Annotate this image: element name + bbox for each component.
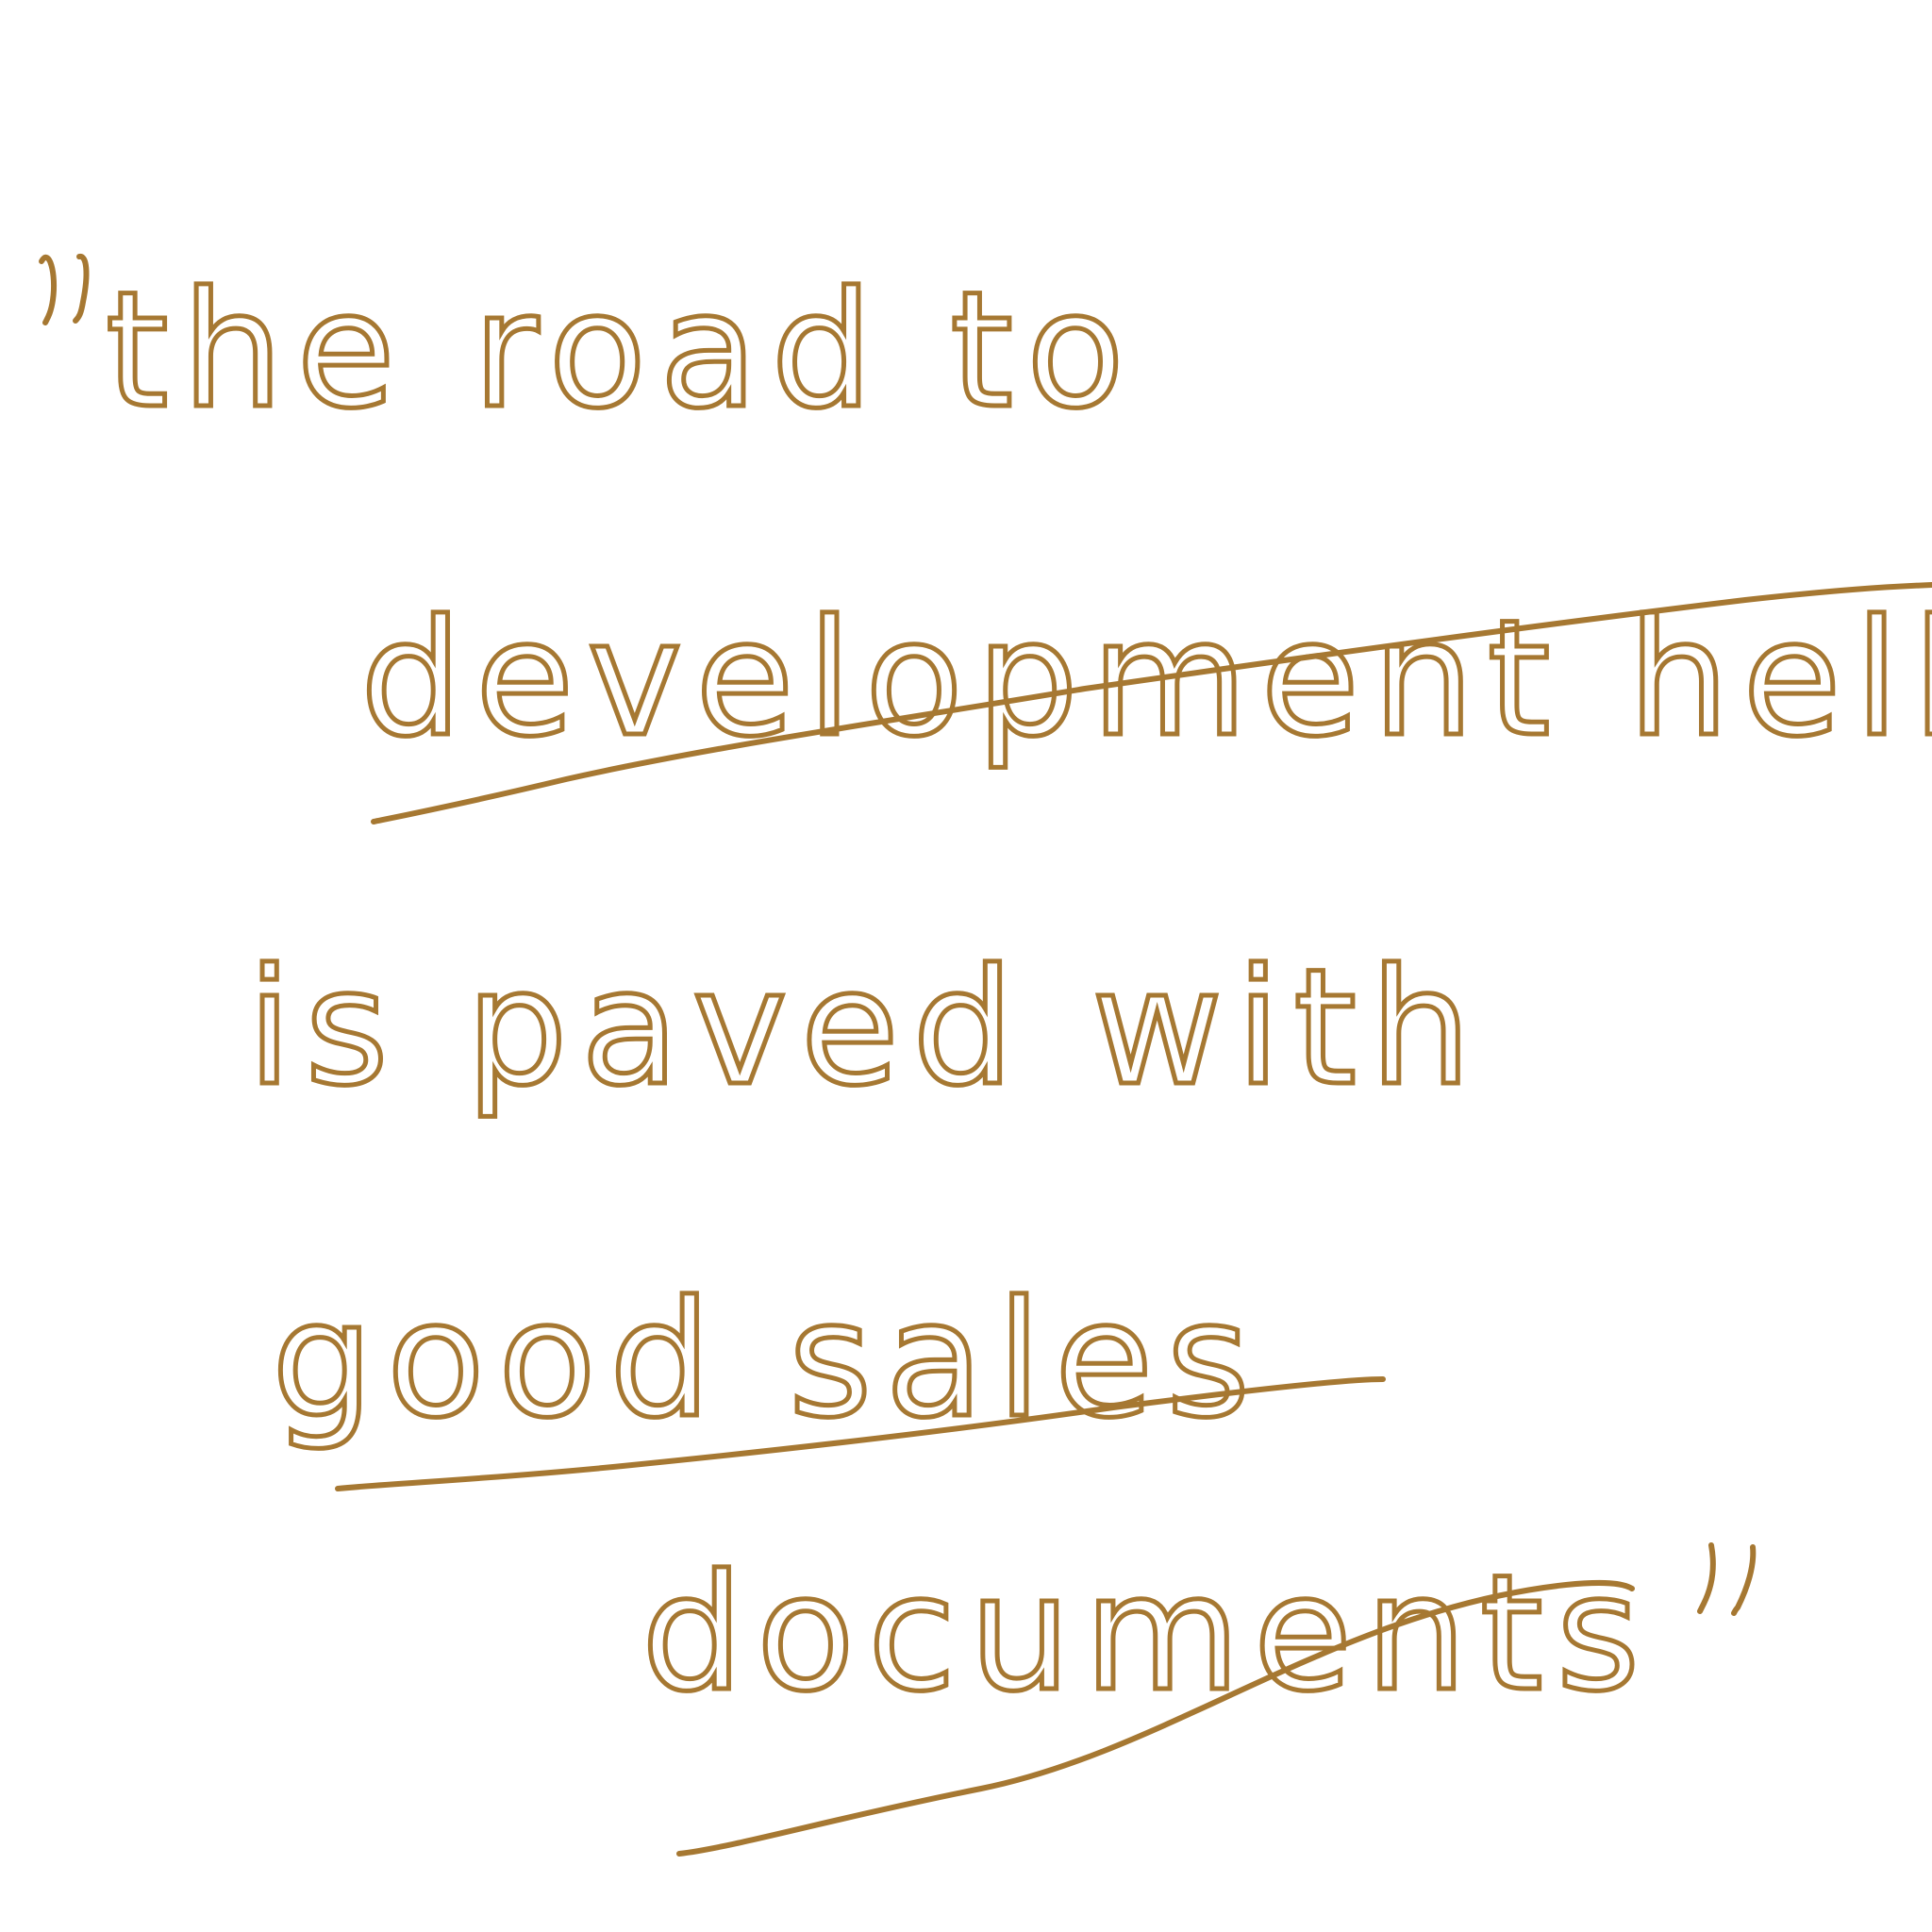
quote-line-2: development hell bbox=[360, 586, 1932, 773]
quote-line-1: the road to bbox=[106, 258, 1138, 444]
quote-line-5: documents bbox=[641, 1541, 1653, 1727]
whiteboard-canvas: the road to development hell is paved wi… bbox=[0, 0, 1932, 1932]
quote-line-3: is paved with bbox=[247, 935, 1485, 1122]
quote-line-4: good sales bbox=[272, 1267, 1263, 1454]
